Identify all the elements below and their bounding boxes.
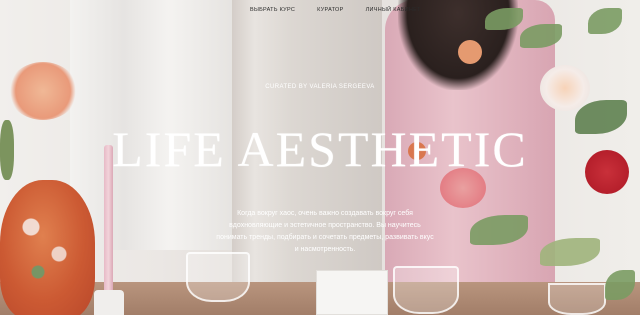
wine-glass-left: [186, 252, 250, 302]
nav-curator[interactable]: КУРАТОР: [317, 7, 343, 13]
leaf: [540, 238, 600, 266]
nav-personal-account[interactable]: ЛИЧНЫЙ КАБИНЕТ: [366, 7, 421, 13]
wine-glass-right: [393, 266, 459, 314]
top-navigation: ВЫБРАТЬ КУРС КУРАТОР ЛИЧНЫЙ КАБИНЕТ: [250, 7, 421, 13]
candle-holder: [94, 290, 124, 315]
vase-pattern: [10, 200, 80, 290]
hero-section: ВЫБРАТЬ КУРС КУРАТОР ЛИЧНЫЙ КАБИНЕТ CURA…: [0, 0, 640, 315]
hero-description: Когда вокруг хаос, очень важно создавать…: [216, 210, 434, 253]
leaf: [520, 24, 562, 48]
white-box: [316, 270, 388, 315]
peach-flower: [8, 62, 78, 120]
glass-bowl: [548, 283, 606, 315]
curated-by-label: CURATED BY VALERIA SERGEEVA: [265, 84, 375, 90]
nav-choose-course[interactable]: ВЫБРАТЬ КУРС: [250, 7, 295, 13]
leaf: [588, 8, 622, 34]
orange-bud-flower: [458, 40, 482, 64]
hero-title: LIFE AESTHETIC: [112, 121, 528, 177]
